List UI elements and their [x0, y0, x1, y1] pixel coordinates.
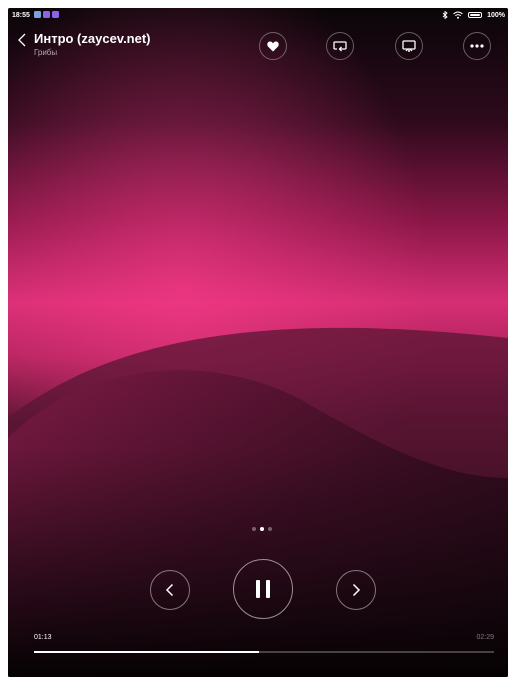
back-icon[interactable] — [14, 30, 30, 50]
app-icon — [52, 11, 59, 18]
more-icon — [470, 44, 484, 48]
next-button[interactable] — [336, 570, 376, 610]
repeat-button[interactable] — [326, 32, 354, 60]
total-time: 02:29 — [476, 634, 494, 641]
elapsed-time: 01:13 — [34, 634, 52, 641]
track-title: Интро (zaycev.net) — [34, 31, 151, 46]
favorite-button[interactable] — [259, 32, 287, 60]
wifi-icon — [453, 11, 463, 19]
app-icon — [43, 11, 50, 18]
page-dot-active[interactable] — [260, 527, 264, 531]
more-button[interactable] — [463, 32, 491, 60]
page-dot[interactable] — [268, 527, 272, 531]
status-bar: 18:55 100% — [8, 8, 508, 26]
seek-bar-fill — [34, 651, 260, 653]
battery-icon — [468, 12, 483, 18]
cast-icon — [402, 40, 416, 52]
artist-name: Грибы — [34, 48, 58, 57]
chevron-right-icon — [352, 583, 361, 597]
pause-button[interactable] — [233, 559, 293, 619]
pause-icon — [256, 580, 270, 598]
notification-icons — [34, 11, 59, 18]
battery-level: 100% — [487, 11, 505, 19]
page-indicator[interactable] — [252, 527, 272, 531]
page-dot[interactable] — [252, 527, 256, 531]
repeat-icon — [333, 41, 347, 52]
previous-button[interactable] — [150, 570, 190, 610]
status-right: 100% — [442, 11, 505, 19]
player-screen: 18:55 100% Интро (zaycev.net) Грибы 01:1… — [8, 8, 508, 677]
player-header: Интро (zaycev.net) Грибы — [8, 28, 508, 68]
bluetooth-icon — [442, 11, 448, 19]
cast-button[interactable] — [395, 32, 423, 60]
chevron-left-icon — [165, 583, 174, 597]
gallery-icon — [34, 11, 41, 18]
status-time: 18:55 — [12, 12, 30, 19]
heart-icon — [267, 41, 279, 51]
seek-bar[interactable] — [34, 651, 494, 653]
